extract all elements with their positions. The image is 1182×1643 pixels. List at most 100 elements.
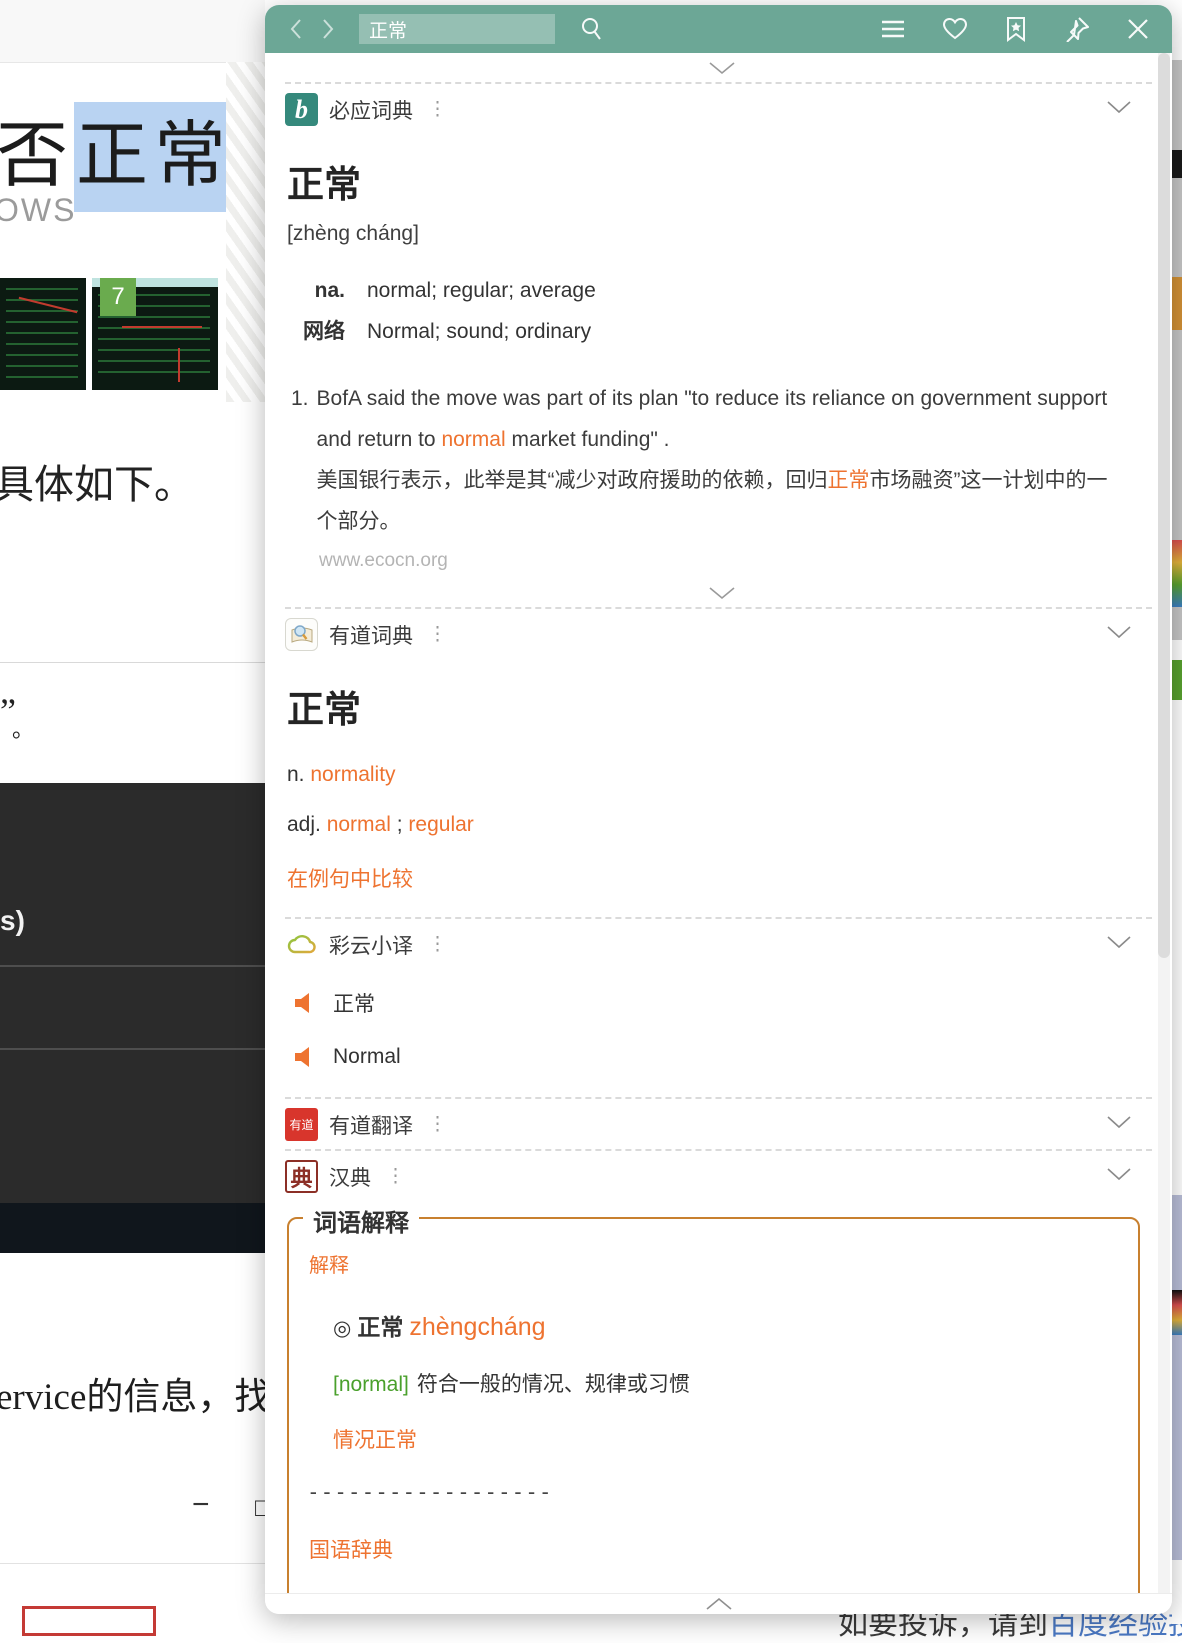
pin-icon[interactable] <box>1064 16 1090 42</box>
options-ellipsis-icon[interactable]: ⋮ <box>386 1165 405 1188</box>
bookmark-star-icon[interactable] <box>1004 16 1028 42</box>
selected-text: 正常 <box>74 102 234 212</box>
page-edge-sliver <box>1172 0 1182 1624</box>
example-sentence: 1. BofA said the move was part of its pl… <box>291 378 1111 542</box>
chevron-down-icon[interactable] <box>1104 1114 1134 1135</box>
example-text: BofA said the move was part of its plan … <box>317 378 1111 542</box>
collapse-up-chevron[interactable] <box>285 53 1158 82</box>
english-tag: [normal] <box>333 1373 409 1396</box>
step-badge: 7 <box>100 278 136 316</box>
definition-text: 符合一般的情况、规律或习惯 <box>417 1373 690 1396</box>
close-icon[interactable] <box>1126 17 1150 41</box>
bing-dict-icon: b <box>285 93 318 126</box>
pos-label: 网络 <box>285 311 345 352</box>
scrollbar-thumb[interactable] <box>1158 53 1170 958</box>
definition-row: na. normal; regular; average <box>285 270 1158 311</box>
guoyu-label[interactable]: 国语辞典 <box>309 1534 1120 1564</box>
definition-row: 网络 Normal; sound; ordinary <box>285 311 1158 352</box>
red-annotation-line <box>178 348 180 382</box>
section-header-handian: 典 汉典 ⋮ <box>285 1151 1158 1201</box>
body-text: 具体如下。 <box>0 452 194 510</box>
explain-label[interactable]: 解释 <box>309 1249 1120 1278</box>
definition-list: na. normal; regular; average 网络 Normal; … <box>285 270 1158 352</box>
chevron-down-icon[interactable] <box>1104 1166 1134 1187</box>
box-title: 词语解释 <box>303 1203 419 1238</box>
options-ellipsis-icon[interactable]: ⋮ <box>428 623 447 646</box>
popup-header <box>265 5 1172 53</box>
red-highlight-box <box>22 1606 156 1636</box>
example-en: BofA said the move was part of its plan … <box>317 387 1108 451</box>
source-name: 彩云小译 <box>329 930 413 960</box>
popup-scrollbar[interactable] <box>1158 53 1170 1594</box>
translation-row: 正常 <box>293 985 1158 1021</box>
sliver-lavender <box>1172 1195 1182 1560</box>
body-text: ervice的信息，找到 <box>0 1366 308 1420</box>
entry-pinyin: zhèngcháng <box>409 1313 545 1341</box>
options-ellipsis-icon[interactable]: ⋮ <box>428 933 447 956</box>
divider <box>0 662 265 663</box>
entry-word: 正常 <box>357 1314 403 1340</box>
example-zh: 美国银行表示，此举是其“减少对政府援助的依赖，回归 <box>317 469 828 492</box>
divider <box>0 1563 265 1564</box>
minimize-glyph: − <box>192 1488 210 1522</box>
speaker-icon[interactable] <box>293 1045 315 1069</box>
options-ellipsis-icon[interactable]: ⋮ <box>428 1113 447 1136</box>
options-ellipsis-icon[interactable]: ⋮ <box>428 98 447 121</box>
favorite-heart-icon[interactable] <box>942 17 968 41</box>
chevron-down-icon[interactable] <box>1104 624 1134 645</box>
red-annotation-line <box>122 326 202 328</box>
dark-screenshot-panel: s) <box>0 783 265 1203</box>
source-name: 有道翻译 <box>329 1110 413 1140</box>
page-subtitle: OWS <box>0 192 76 229</box>
pos-label: na. <box>285 270 345 311</box>
section-header-caiyun: 彩云小译 ⋮ <box>285 919 1158 969</box>
source-name: 汉典 <box>329 1162 371 1192</box>
search-icon[interactable] <box>579 16 605 42</box>
compare-link-text[interactable]: 在例句中比较 <box>287 868 413 891</box>
panel-divider <box>0 1048 265 1050</box>
popup-body: b 必应词典 ⋮ 正常 [zhèng cháng] na. normal; re… <box>265 53 1158 1594</box>
example-zh-highlight: 正常 <box>828 469 870 492</box>
headword: 正常 <box>287 679 1158 733</box>
screenshot-thumbnail[interactable] <box>0 278 86 390</box>
separator-text: ; <box>391 813 409 836</box>
back-icon[interactable] <box>287 17 305 41</box>
word-explanation-box: 词语解释 解释 ◎正常zhèngcháng [normal]符合一般的情况、规律… <box>287 1217 1140 1594</box>
entry-example-link[interactable]: 情况正常 <box>333 1424 1120 1454</box>
period-mark: 。 <box>12 712 34 744</box>
section-header-youdao-translate: 有道 有道翻译 ⋮ <box>285 1099 1158 1149</box>
search-input[interactable] <box>359 14 555 44</box>
example-source: www.ecocn.org <box>319 550 1158 572</box>
definition-text: Normal; sound; ordinary <box>367 311 591 352</box>
section-header-youdao-dict: 有道词典 ⋮ <box>285 609 1158 659</box>
text-divider: ------------------ <box>307 1480 1120 1504</box>
example-en-highlight: normal <box>441 428 505 451</box>
expand-more-chevron[interactable] <box>285 578 1158 607</box>
screenshot-thumbnail[interactable]: 7 <box>92 278 218 390</box>
definition-link[interactable]: normal <box>327 813 391 836</box>
sliver-rainbow <box>1172 1290 1182 1335</box>
definition-text: normal; regular; average <box>367 270 596 311</box>
caiyun-icon <box>285 928 318 961</box>
popup-footer-collapse[interactable] <box>265 1593 1172 1614</box>
chevron-up-icon <box>701 1596 737 1612</box>
chevron-down-icon[interactable] <box>1104 934 1134 955</box>
translation-text: 正常 <box>333 988 375 1018</box>
example-number: 1. <box>291 378 309 542</box>
definition-link[interactable]: regular <box>408 813 473 836</box>
dark-strip <box>0 1203 265 1253</box>
forward-icon[interactable] <box>319 17 337 41</box>
sliver-rainbow <box>1172 540 1182 607</box>
panel-divider <box>0 965 265 967</box>
youdao-dict-icon <box>285 618 318 651</box>
pos-label: adj. <box>287 813 327 836</box>
menu-icon[interactable] <box>880 18 906 40</box>
source-name: 必应词典 <box>329 95 413 125</box>
compare-in-examples-link[interactable]: 在例句中比较 <box>287 863 1158 893</box>
chevron-down-icon[interactable] <box>1104 99 1134 120</box>
definition-link[interactable]: normality <box>310 763 395 786</box>
youdao-translate-icon: 有道 <box>285 1108 318 1141</box>
background-top-strip <box>0 0 265 63</box>
speaker-icon[interactable] <box>293 991 315 1015</box>
translation-row: Normal <box>293 1039 1158 1075</box>
